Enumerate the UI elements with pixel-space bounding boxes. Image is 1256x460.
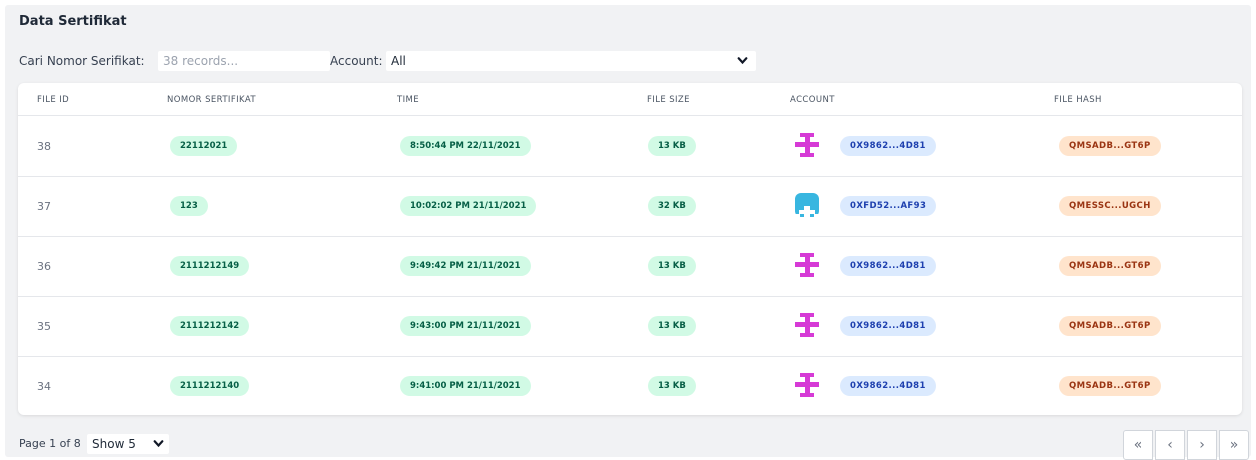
account-address-link[interactable]: 0X9862...4D81 [840, 256, 936, 276]
account-select-value: All [391, 54, 406, 68]
col-time[interactable]: TIME [397, 95, 419, 105]
nomor-sertifikat-badge: 2111212149 [170, 256, 250, 276]
table-row: 36 2111212149 9:49:42 PM 21/11/2021 13 KB 0X… [18, 237, 1242, 297]
table-row: 35 2111212142 9:43:00 PM 21/11/2021 13 KB 0X… [18, 297, 1242, 357]
file-size-badge: 32 KB [648, 196, 696, 216]
nomor-sertifikat-badge: 22112021 [170, 136, 238, 156]
table-row: 34 2111212140 9:41:00 PM 21/11/2021 13 KB 0X… [18, 357, 1242, 417]
col-file-hash[interactable]: FILE HASH [1054, 95, 1102, 105]
nomor-sertifikat-badge: 2111212142 [170, 316, 250, 336]
time-badge: 9:43:00 PM 21/11/2021 [400, 316, 531, 336]
prev-page-button[interactable]: ‹ [1155, 430, 1185, 460]
next-page-button[interactable]: › [1187, 430, 1217, 460]
page-info: Page 1 of 8 [19, 437, 81, 450]
col-file-id[interactable]: FILE ID [37, 95, 69, 105]
table-header: FILE ID NOMOR SERTIFIKAT TIME FILE SIZE … [18, 83, 1242, 116]
col-account[interactable]: ACCOUNT [790, 95, 835, 105]
certificate-panel: Data Sertifikat Cari Nomor Serifikat: Ac… [5, 5, 1251, 460]
nomor-sertifikat-badge: 123 [170, 196, 208, 216]
account-filter-label: Account: [330, 54, 383, 68]
time-badge: 8:50:44 PM 22/11/2021 [400, 136, 531, 156]
file-hash-link[interactable]: QMSADB...GT6P [1059, 316, 1161, 336]
time-badge: 10:02:02 PM 21/11/2021 [400, 196, 537, 216]
file-hash-link[interactable]: QMSADB...GT6P [1059, 256, 1161, 276]
last-page-button[interactable]: » [1219, 430, 1249, 460]
account-avatar-icon [794, 312, 820, 338]
file-id-cell: 34 [37, 380, 51, 393]
account-select[interactable]: All [386, 51, 756, 71]
filter-row: Cari Nomor Serifikat: Account: All [19, 51, 759, 71]
col-file-size[interactable]: FILE SIZE [647, 95, 690, 105]
account-avatar-icon [794, 132, 820, 158]
page-size-select[interactable]: Show 5 [87, 434, 169, 454]
account-avatar-icon [794, 192, 820, 218]
chevron-down-icon [737, 55, 748, 69]
time-badge: 9:49:42 PM 21/11/2021 [400, 256, 531, 276]
file-id-cell: 37 [37, 200, 51, 213]
col-nomor-sertifikat[interactable]: NOMOR SERTIFIKAT [167, 95, 256, 105]
page-title: Data Sertifikat [19, 14, 127, 29]
file-id-cell: 36 [37, 260, 51, 273]
account-address-link[interactable]: 0XFD52...AF93 [840, 196, 937, 216]
chevron-down-icon [153, 438, 164, 452]
file-hash-link[interactable]: QMESSC...UGCH [1059, 196, 1161, 216]
file-hash-link[interactable]: QMSADB...GT6P [1059, 376, 1161, 396]
search-input[interactable] [158, 51, 330, 71]
first-page-button[interactable]: « [1123, 430, 1153, 460]
account-address-link[interactable]: 0X9862...4D81 [840, 376, 936, 396]
file-hash-link[interactable]: QMSADB...GT6P [1059, 136, 1161, 156]
certificate-table: FILE ID NOMOR SERTIFIKAT TIME FILE SIZE … [18, 83, 1242, 415]
file-id-cell: 35 [37, 320, 51, 333]
table-row: 38 22112021 8:50:44 PM 22/11/2021 13 KB 0X98… [18, 117, 1242, 177]
file-size-badge: 13 KB [648, 136, 696, 156]
account-address-link[interactable]: 0X9862...4D81 [840, 316, 936, 336]
pagination: «‹ ›» [1123, 430, 1249, 460]
file-size-badge: 13 KB [648, 256, 696, 276]
search-label: Cari Nomor Serifikat: [19, 54, 145, 68]
file-id-cell: 38 [37, 140, 51, 153]
account-avatar-icon [794, 252, 820, 278]
nomor-sertifikat-badge: 2111212140 [170, 376, 250, 396]
file-size-badge: 13 KB [648, 316, 696, 336]
account-address-link[interactable]: 0X9862...4D81 [840, 136, 936, 156]
page-size-value: Show 5 [92, 437, 136, 451]
table-row: 37 123 10:02:02 PM 21/11/2021 32 KB 0XFD52..… [18, 177, 1242, 237]
time-badge: 9:41:00 PM 21/11/2021 [400, 376, 531, 396]
file-size-badge: 13 KB [648, 376, 696, 396]
account-avatar-icon [794, 372, 820, 398]
